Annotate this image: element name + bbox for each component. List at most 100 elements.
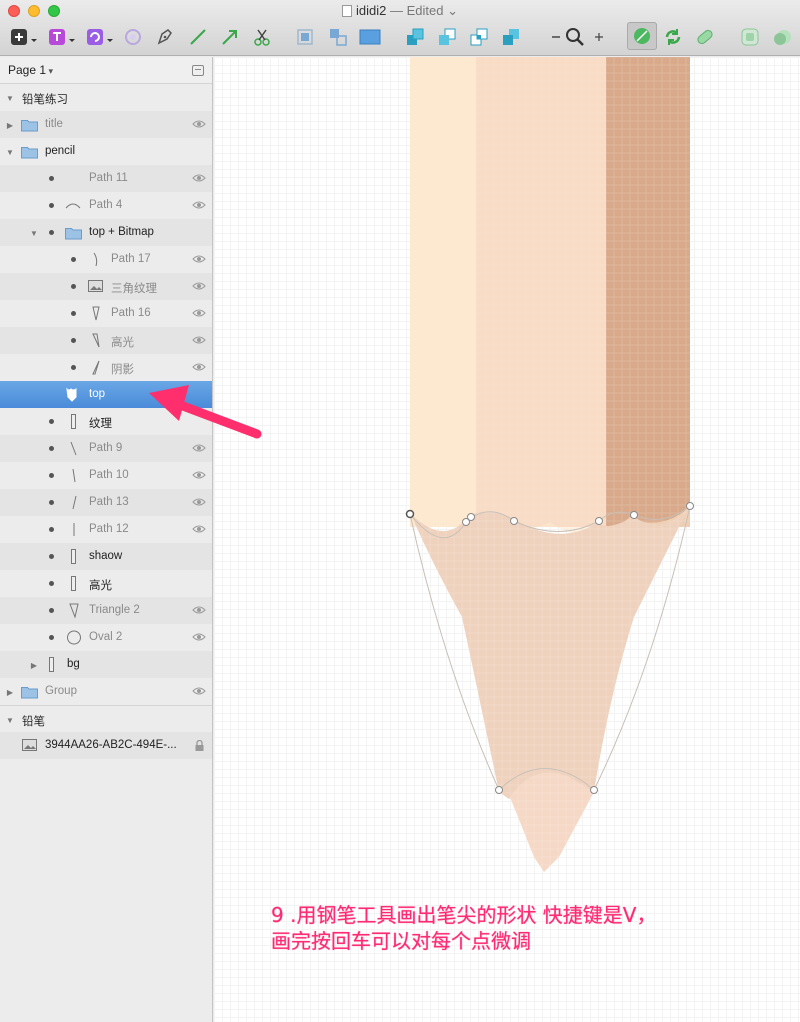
layer-name: Path 16 — [111, 307, 151, 319]
backward-button[interactable] — [436, 26, 458, 48]
flatten-button[interactable] — [694, 26, 716, 48]
layer-row-bitmap[interactable]: 3944AA26-AB2C-494E-... — [0, 732, 212, 759]
path-anchor-point[interactable] — [686, 502, 694, 510]
text-tool-button[interactable] — [46, 26, 68, 48]
path-anchor-point[interactable] — [630, 511, 638, 519]
lock-icon[interactable] — [195, 740, 204, 751]
layer-row-path-17[interactable]: Path 17 — [0, 246, 212, 273]
eye-icon[interactable] — [192, 308, 206, 318]
eye-icon[interactable] — [192, 605, 206, 615]
line-tool-button[interactable] — [187, 26, 209, 48]
document-icon — [342, 5, 352, 17]
layer-name: bg — [67, 658, 80, 670]
edit-path-button[interactable] — [627, 22, 657, 50]
page-group-header[interactable]: ▼ 铅笔练习 — [0, 84, 212, 111]
flatten-icon — [697, 29, 713, 45]
eye-icon[interactable] — [192, 281, 206, 291]
forward-button[interactable] — [404, 26, 426, 48]
layer-row-group[interactable]: ▶ Group — [0, 678, 212, 705]
chevron-down-icon[interactable] — [107, 38, 113, 44]
insert-button[interactable] — [8, 26, 30, 48]
title-chevron-icon[interactable]: ⌄ — [443, 3, 458, 18]
eye-icon[interactable] — [192, 524, 206, 534]
disclosure-closed-icon[interactable]: ▶ — [5, 120, 15, 130]
layer-row-triangle-texture[interactable]: 三角纹理 — [0, 273, 212, 300]
document-name: ididi2 — [356, 3, 387, 18]
collapse-pages-icon[interactable] — [192, 64, 204, 76]
eye-icon[interactable] — [192, 470, 206, 480]
path-anchor-point[interactable] — [405, 509, 415, 519]
eye-icon[interactable] — [192, 443, 206, 453]
layer-bullet — [49, 176, 54, 181]
layer-row-highlight-2[interactable]: 高光 — [0, 570, 212, 597]
disclosure-open-icon[interactable]: ▼ — [29, 228, 39, 238]
pencil-artwork[interactable] — [214, 57, 800, 1022]
page-label[interactable]: Page 1 — [8, 63, 53, 77]
layer-bullet — [71, 365, 76, 370]
eye-icon[interactable] — [192, 686, 206, 696]
layer-row-path-10[interactable]: Path 10 — [0, 462, 212, 489]
path-icon — [92, 306, 100, 321]
layer-row-title[interactable]: ▶ title — [0, 111, 212, 138]
layer-row-shaow[interactable]: shaow — [0, 543, 212, 570]
path-anchor-point[interactable] — [590, 786, 598, 794]
layer-row-bg[interactable]: ▶ bg — [0, 651, 212, 678]
layer-row-path-13[interactable]: Path 13 — [0, 489, 212, 516]
eye-icon[interactable] — [192, 119, 206, 129]
eye-icon[interactable] — [192, 200, 206, 210]
layer-name: pencil — [45, 145, 76, 157]
zoom-in-button[interactable] — [588, 26, 610, 48]
disclosure-open-icon[interactable]: ▼ — [5, 93, 15, 103]
chevron-down-icon[interactable] — [69, 38, 75, 44]
layer-row-shadow[interactable]: 阴影 — [0, 354, 212, 381]
back-button[interactable] — [500, 26, 522, 48]
disclosure-closed-icon[interactable]: ▶ — [5, 687, 15, 697]
artboard-button[interactable] — [359, 26, 381, 48]
chevron-down-icon[interactable] — [31, 38, 37, 44]
path-anchor-point[interactable] — [595, 517, 603, 525]
page-group-header[interactable]: ▼ 铅笔 — [0, 705, 212, 732]
disclosure-closed-icon[interactable]: ▶ — [29, 660, 39, 670]
rotate-copies-button[interactable] — [122, 26, 144, 48]
disclosure-open-icon[interactable]: ▼ — [5, 147, 15, 157]
layer-name: 3944AA26-AB2C-494E-... — [45, 739, 177, 751]
arrow-tool-button[interactable] — [219, 26, 241, 48]
layer-bullet — [49, 230, 54, 235]
eye-icon[interactable] — [192, 173, 206, 183]
page-selector[interactable]: Page 1 — [0, 57, 212, 84]
front-button[interactable] — [468, 26, 490, 48]
scissors-button[interactable] — [251, 26, 273, 48]
layer-row-path-11[interactable]: Path 11 — [0, 165, 212, 192]
pen-tool-button[interactable] — [154, 26, 176, 48]
layer-row-path-16[interactable]: Path 16 — [0, 300, 212, 327]
eye-icon[interactable] — [192, 362, 206, 372]
canvas[interactable]: 9 .用钢笔工具画出笔尖的形状 快捷键是V， 画完按回车可以对每个点微调 — [214, 57, 800, 1022]
path-anchor-point[interactable] — [510, 517, 518, 525]
path-icon — [92, 360, 100, 375]
scale-button[interactable] — [771, 26, 793, 48]
rotate-button[interactable] — [662, 26, 684, 48]
layer-row-path-12[interactable]: Path 12 — [0, 516, 212, 543]
eye-icon[interactable] — [192, 335, 206, 345]
symbol-button[interactable] — [84, 26, 106, 48]
layer-row-pencil[interactable]: ▼ pencil — [0, 138, 212, 165]
layer-row-path-4[interactable]: Path 4 — [0, 192, 212, 219]
eye-icon[interactable] — [192, 497, 206, 507]
disclosure-open-icon[interactable]: ▼ — [5, 715, 15, 725]
edited-status[interactable]: Edited — [407, 3, 444, 18]
group-button[interactable] — [294, 26, 316, 48]
path-anchor-point[interactable] — [495, 786, 503, 794]
layer-bullet — [49, 554, 54, 559]
layer-row-triangle-2[interactable]: Triangle 2 — [0, 597, 212, 624]
eye-icon[interactable] — [192, 632, 206, 642]
mask-button[interactable] — [739, 26, 761, 48]
layer-row-oval-2[interactable]: Oval 2 — [0, 624, 212, 651]
layer-name: top + Bitmap — [89, 226, 154, 238]
layer-row-top-bitmap[interactable]: ▼ top + Bitmap — [0, 219, 212, 246]
zoom-button[interactable] — [564, 26, 586, 48]
ungroup-button[interactable] — [327, 26, 349, 48]
folder-icon — [21, 147, 38, 159]
layer-row-highlight[interactable]: 高光 — [0, 327, 212, 354]
eye-icon[interactable] — [192, 254, 206, 264]
path-anchor-point[interactable] — [467, 513, 475, 521]
